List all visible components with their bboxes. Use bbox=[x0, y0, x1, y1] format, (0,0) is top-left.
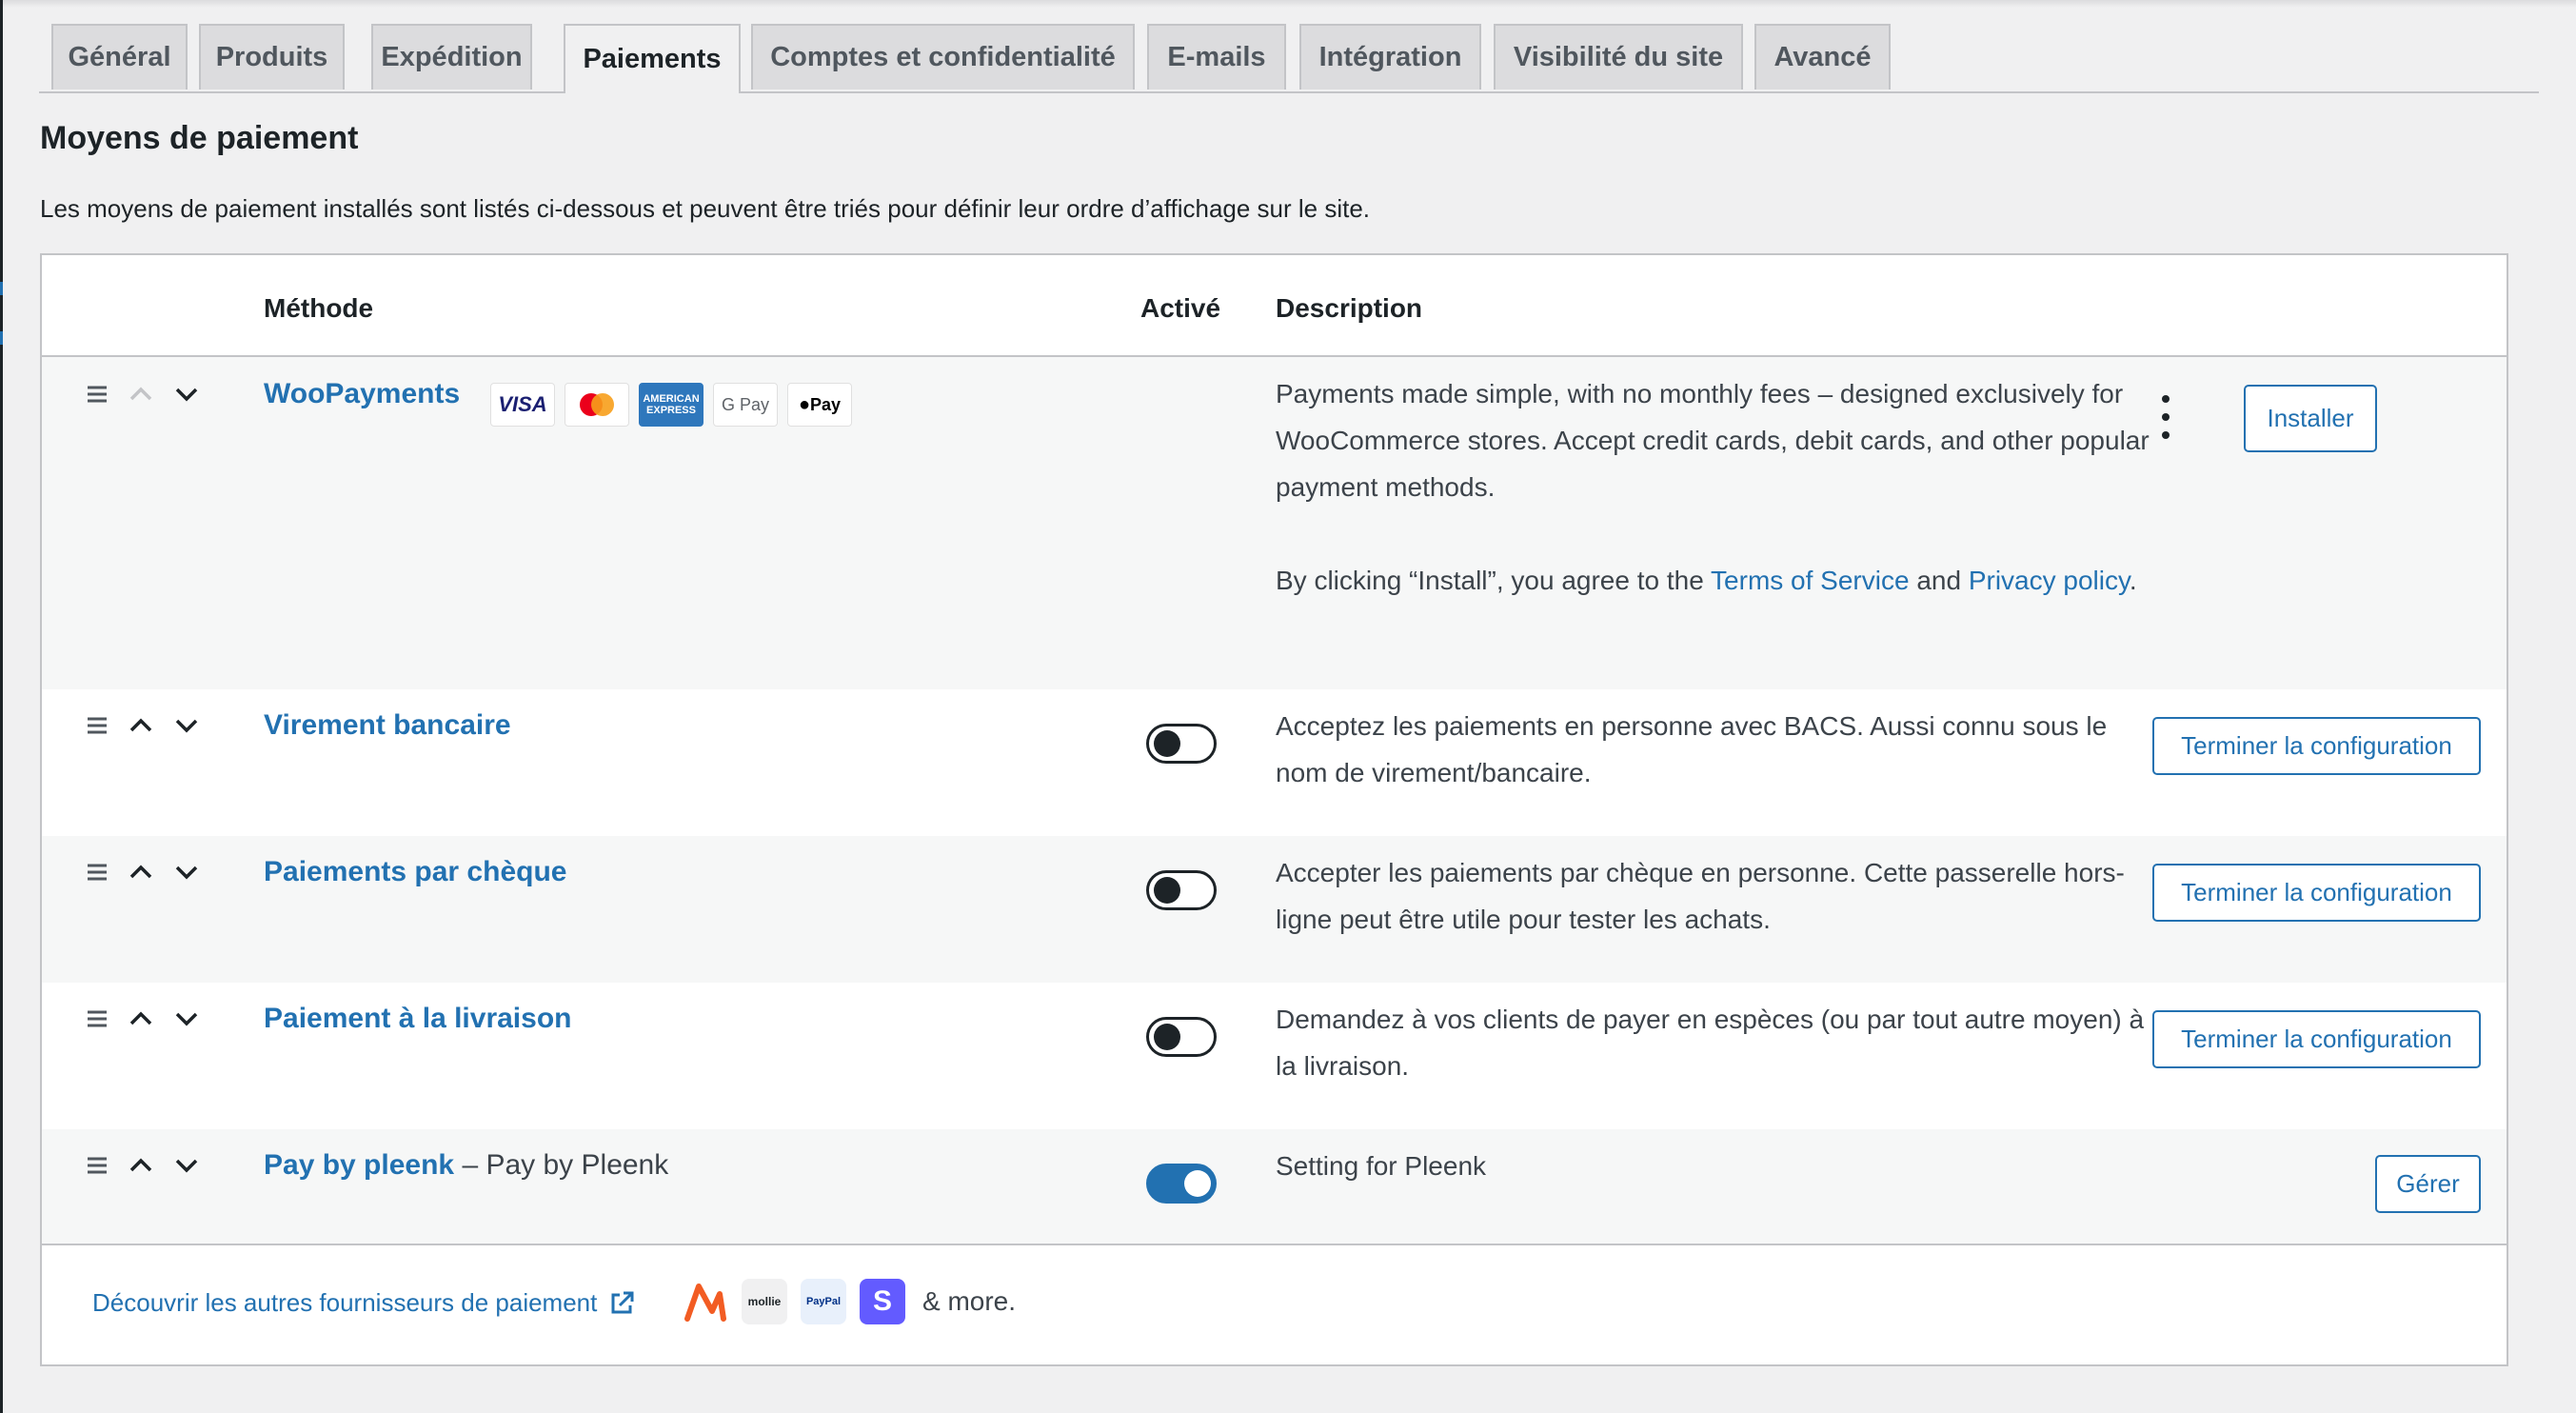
paypal-logo-text: PayPal bbox=[805, 1296, 842, 1307]
top-shadow bbox=[0, 0, 2576, 8]
column-header-description: Description bbox=[1276, 293, 1423, 323]
column-header-method: Méthode bbox=[264, 293, 374, 323]
mollie-logo: mollie bbox=[742, 1279, 787, 1324]
paypal-logo: PayPal bbox=[801, 1279, 846, 1324]
method-name-woopayments[interactable]: WooPayments bbox=[264, 378, 460, 410]
visa-logo: VISA bbox=[490, 383, 555, 427]
pleenk-subtitle: – Pay by Pleenk bbox=[454, 1149, 669, 1181]
drag-handle-icon[interactable] bbox=[80, 1002, 114, 1036]
drag-handle-icon[interactable] bbox=[80, 708, 114, 743]
chevron-up-icon[interactable] bbox=[124, 1148, 158, 1183]
page-description: Les moyens de paiement installés sont li… bbox=[40, 194, 1371, 223]
enable-toggle[interactable] bbox=[1146, 724, 1217, 764]
woopayments-description: Payments made simple, with no monthly fe… bbox=[1276, 370, 2151, 604]
manage-button[interactable]: Gérer bbox=[2375, 1155, 2481, 1213]
amex-logo-text: AMERICAN EXPRESS bbox=[643, 393, 700, 416]
tab-paiements[interactable]: Paiements bbox=[564, 24, 741, 93]
chevron-up-icon[interactable] bbox=[124, 855, 158, 889]
table-row-paiement-livraison: Paiement à la livraison Demandez à vos c… bbox=[42, 983, 2507, 1129]
method-description: Demandez à vos clients de payer en espèc… bbox=[1276, 1005, 2145, 1081]
woopayments-terms: By clicking “Install”, you agree to the … bbox=[1276, 557, 2151, 604]
apple-pay-logo: ● Pay bbox=[787, 383, 852, 427]
chevron-down-icon[interactable] bbox=[169, 1148, 204, 1183]
terms-suffix: . bbox=[2129, 566, 2137, 595]
tab-comptes-confidentialite[interactable]: Comptes et confidentialité bbox=[751, 24, 1135, 90]
discover-providers-link[interactable]: Découvrir les autres fournisseurs de pai… bbox=[92, 1288, 635, 1318]
tab-expedition[interactable]: Expédition bbox=[371, 24, 532, 90]
terms-of-service-link[interactable]: Terms of Service bbox=[1711, 566, 1910, 595]
google-pay-logo-text: G Pay bbox=[721, 394, 770, 414]
table-row-paiements-cheque: Paiements par chèque Accepter les paieme… bbox=[42, 836, 2507, 983]
tab-produits[interactable]: Produits bbox=[199, 24, 345, 90]
admin-edge-marker bbox=[0, 331, 3, 345]
table-row-virement-bancaire: Virement bancaire Acceptez les paiements… bbox=[42, 689, 2507, 836]
terms-prefix: By clicking “Install”, you agree to the bbox=[1276, 566, 1712, 595]
footer-divider bbox=[42, 1244, 2507, 1245]
discover-providers-label: Découvrir les autres fournisseurs de pai… bbox=[92, 1288, 598, 1317]
airwallex-logo bbox=[683, 1279, 728, 1324]
method-name-virement-bancaire[interactable]: Virement bancaire bbox=[264, 709, 511, 742]
chevron-up-icon[interactable] bbox=[124, 1002, 158, 1036]
pleenk-link[interactable]: Pay by pleenk bbox=[264, 1149, 454, 1181]
chevron-up-icon[interactable] bbox=[124, 377, 158, 411]
privacy-policy-link[interactable]: Privacy policy bbox=[1969, 566, 2130, 595]
method-name-paiements-cheque[interactable]: Paiements par chèque bbox=[264, 856, 566, 888]
admin-edge-marker bbox=[0, 282, 3, 295]
woopayments-description-text: Payments made simple, with no monthly fe… bbox=[1276, 379, 2150, 502]
column-header-enabled: Activé bbox=[1140, 293, 1221, 323]
more-providers-text: & more. bbox=[922, 1286, 1017, 1316]
method-description: Setting for Pleenk bbox=[1276, 1151, 1487, 1181]
tab-integration[interactable]: Intégration bbox=[1299, 24, 1481, 90]
payment-providers: mollie PayPal S & more. bbox=[683, 1279, 1016, 1324]
drag-handle-icon[interactable] bbox=[80, 855, 114, 889]
settings-tabs: Général Produits Expédition Paiements Co… bbox=[39, 24, 2539, 93]
tab-emails[interactable]: E-mails bbox=[1147, 24, 1286, 90]
tab-general[interactable]: Général bbox=[51, 24, 188, 90]
payment-methods-table: Méthode Activé Description WooPayments V… bbox=[40, 253, 2508, 1366]
chevron-down-icon[interactable] bbox=[169, 708, 204, 743]
stripe-logo: S bbox=[860, 1279, 905, 1324]
enable-toggle[interactable] bbox=[1146, 1164, 1217, 1204]
table-row-woopayments: WooPayments VISA AMERICAN EXPRESS G Pay … bbox=[42, 357, 2507, 689]
method-name-pay-by-pleenk: Pay by pleenk – Pay by Pleenk bbox=[264, 1149, 668, 1182]
install-button[interactable]: Installer bbox=[2244, 385, 2377, 452]
terms-and: and bbox=[1909, 566, 1969, 595]
tab-visibilite-site[interactable]: Visibilité du site bbox=[1494, 24, 1743, 90]
card-brands: VISA AMERICAN EXPRESS G Pay ● Pay bbox=[490, 383, 852, 427]
apple-icon: ● bbox=[798, 393, 811, 415]
drag-handle-icon[interactable] bbox=[80, 1148, 114, 1183]
enable-toggle[interactable] bbox=[1146, 1017, 1217, 1057]
external-link-icon bbox=[611, 1291, 634, 1313]
chevron-down-icon[interactable] bbox=[169, 1002, 204, 1036]
mastercard-logo bbox=[565, 383, 629, 427]
visa-logo-text: VISA bbox=[498, 392, 547, 416]
google-pay-logo: G Pay bbox=[713, 383, 778, 427]
table-row-pay-by-pleenk: Pay by pleenk – Pay by Pleenk Setting fo… bbox=[42, 1129, 2507, 1244]
admin-sidebar-edge bbox=[0, 0, 3, 1413]
tab-avance[interactable]: Avancé bbox=[1754, 24, 1891, 90]
page-title: Moyens de paiement bbox=[40, 120, 359, 156]
chevron-up-icon[interactable] bbox=[124, 708, 158, 743]
finish-setup-button[interactable]: Terminer la configuration bbox=[2152, 717, 2481, 775]
finish-setup-button[interactable]: Terminer la configuration bbox=[2152, 864, 2481, 922]
apple-pay-logo-text: Pay bbox=[810, 394, 842, 414]
drag-handle-icon[interactable] bbox=[80, 377, 114, 411]
chevron-down-icon[interactable] bbox=[169, 377, 204, 411]
finish-setup-button[interactable]: Terminer la configuration bbox=[2152, 1010, 2481, 1068]
enable-toggle[interactable] bbox=[1146, 870, 1217, 910]
method-description: Accepter les paiements par chèque en per… bbox=[1276, 858, 2125, 934]
method-description: Acceptez les paiements en personne avec … bbox=[1276, 711, 2108, 787]
more-options-icon[interactable] bbox=[2159, 395, 2172, 439]
stripe-logo-text: S bbox=[872, 1285, 892, 1317]
chevron-down-icon[interactable] bbox=[169, 855, 204, 889]
method-name-paiement-livraison[interactable]: Paiement à la livraison bbox=[264, 1003, 571, 1035]
amex-logo: AMERICAN EXPRESS bbox=[639, 383, 703, 427]
mollie-logo-text: mollie bbox=[747, 1295, 782, 1308]
